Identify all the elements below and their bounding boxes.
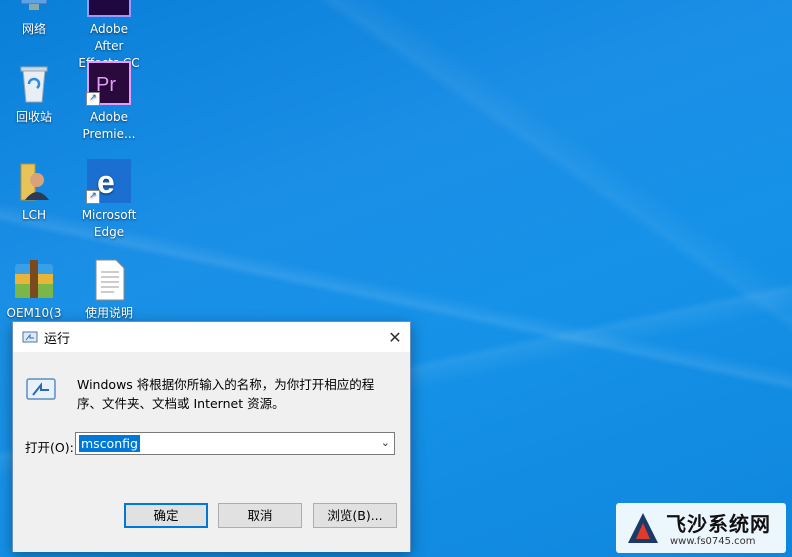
- watermark-title: 飞沙系统网: [666, 512, 771, 536]
- close-button[interactable]: ✕: [380, 322, 410, 352]
- site-watermark: 飞沙系统网 www.fs0745.com: [616, 503, 786, 553]
- desktop-icon-lch[interactable]: LCH: [1, 158, 67, 224]
- user-folder-icon: [11, 158, 57, 204]
- shortcut-arrow-icon: ↗: [86, 92, 100, 106]
- desktop-icon-label: Adobe Premie...: [82, 110, 136, 141]
- desktop-icon-manual[interactable]: 使用说明: [76, 256, 142, 322]
- cancel-button[interactable]: 取消: [218, 503, 302, 528]
- premiere-icon: Pr ↗: [86, 60, 132, 106]
- desktop-icon-label: 回收站: [15, 110, 52, 124]
- dialog-body: [13, 352, 410, 482]
- desktop-icon-label: Microsoft Edge: [81, 208, 137, 239]
- dialog-title: 运行: [44, 331, 71, 347]
- dialog-description: Windows 将根据你所输入的名称，为你打开相应的程序、文件夹、文档或 Int…: [77, 377, 375, 411]
- desktop-icon-recycle-bin[interactable]: 回收站: [1, 60, 67, 126]
- chevron-down-icon[interactable]: ⌄: [381, 436, 390, 449]
- open-combobox[interactable]: msconfig ⌄: [75, 432, 395, 455]
- desktop-icon-label: 使用说明: [84, 306, 133, 320]
- text-document-icon: [86, 256, 132, 302]
- run-dialog: 运行 ✕ Windows 将根据你所输入的名称，为你打开相应的程序、文件夹、文档…: [12, 321, 411, 552]
- desktop-icon-label: 网络: [21, 22, 46, 36]
- desktop-icon-premiere[interactable]: Pr ↗ Adobe Premie...: [76, 60, 142, 143]
- archive-icon: [11, 256, 57, 302]
- after-effects-icon: [86, 0, 132, 18]
- browse-button[interactable]: 浏览(B)...: [313, 503, 397, 528]
- network-icon: [11, 0, 57, 18]
- desktop-icon-network[interactable]: 网络: [1, 0, 67, 38]
- edge-icon: e ↗: [86, 158, 132, 204]
- desktop-icon-edge[interactable]: e ↗ Microsoft Edge: [76, 158, 142, 241]
- desktop-icon-label: LCH: [21, 208, 47, 222]
- dialog-titlebar[interactable]: 运行 ✕: [13, 322, 410, 352]
- run-icon: [22, 331, 38, 343]
- recycle-bin-icon: [11, 60, 57, 106]
- run-program-icon: [26, 378, 56, 400]
- close-icon: ✕: [388, 327, 402, 347]
- shortcut-arrow-icon: ↗: [86, 190, 100, 204]
- watermark-logo-icon: [628, 513, 658, 543]
- open-label: 打开(O):: [25, 440, 74, 455]
- watermark-url: www.fs0745.com: [670, 536, 756, 547]
- open-input-value[interactable]: msconfig: [79, 435, 140, 452]
- ok-button[interactable]: 确定: [124, 503, 208, 528]
